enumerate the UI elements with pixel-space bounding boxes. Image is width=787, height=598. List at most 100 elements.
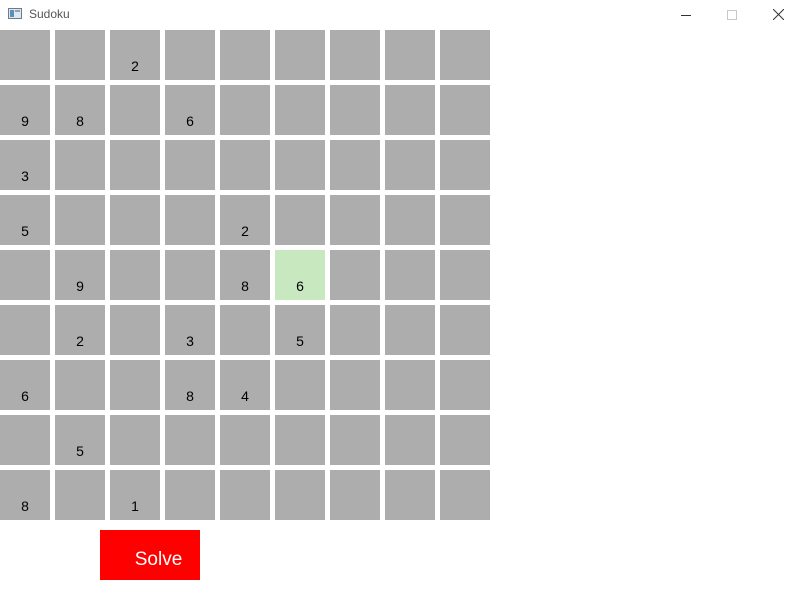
sudoku-cell-r6-c9[interactable] xyxy=(440,305,490,355)
sudoku-cell-r5-c2[interactable]: 9 xyxy=(55,250,105,300)
sudoku-cell-r3-c4[interactable] xyxy=(165,140,215,190)
sudoku-cell-r7-c4[interactable]: 8 xyxy=(165,360,215,410)
sudoku-cell-r8-c8[interactable] xyxy=(385,415,435,465)
sudoku-cell-r2-c1[interactable]: 9 xyxy=(0,85,50,135)
cell-value: 6 xyxy=(296,278,304,294)
sudoku-cell-r6-c3[interactable] xyxy=(110,305,160,355)
minimize-button[interactable] xyxy=(663,0,709,29)
sudoku-cell-r4-c8[interactable] xyxy=(385,195,435,245)
sudoku-cell-r5-c6[interactable]: 6 xyxy=(275,250,325,300)
cell-value: 8 xyxy=(186,388,194,404)
sudoku-cell-r1-c9[interactable] xyxy=(440,30,490,80)
sudoku-cell-r3-c1[interactable]: 3 xyxy=(0,140,50,190)
sudoku-cell-r5-c9[interactable] xyxy=(440,250,490,300)
sudoku-cell-r4-c3[interactable] xyxy=(110,195,160,245)
sudoku-cell-r8-c1[interactable] xyxy=(0,415,50,465)
sudoku-cell-r9-c2[interactable] xyxy=(55,470,105,520)
sudoku-cell-r6-c5[interactable] xyxy=(220,305,270,355)
sudoku-cell-r5-c5[interactable]: 8 xyxy=(220,250,270,300)
sudoku-cell-r4-c5[interactable]: 2 xyxy=(220,195,270,245)
sudoku-cell-r7-c6[interactable] xyxy=(275,360,325,410)
cell-value: 2 xyxy=(76,333,84,349)
sudoku-cell-r4-c9[interactable] xyxy=(440,195,490,245)
sudoku-cell-r2-c4[interactable]: 6 xyxy=(165,85,215,135)
sudoku-cell-r4-c6[interactable] xyxy=(275,195,325,245)
sudoku-cell-r5-c4[interactable] xyxy=(165,250,215,300)
sudoku-cell-r3-c9[interactable] xyxy=(440,140,490,190)
title-bar: Sudoku xyxy=(0,0,787,29)
sudoku-cell-r5-c3[interactable] xyxy=(110,250,160,300)
sudoku-cell-r2-c7[interactable] xyxy=(330,85,380,135)
sudoku-cell-r8-c9[interactable] xyxy=(440,415,490,465)
sudoku-cell-r4-c1[interactable]: 5 xyxy=(0,195,50,245)
sudoku-cell-r7-c5[interactable]: 4 xyxy=(220,360,270,410)
sudoku-cell-r2-c5[interactable] xyxy=(220,85,270,135)
sudoku-cell-r9-c6[interactable] xyxy=(275,470,325,520)
sudoku-cell-r2-c9[interactable] xyxy=(440,85,490,135)
cell-value: 2 xyxy=(241,223,249,239)
sudoku-cell-r4-c2[interactable] xyxy=(55,195,105,245)
maximize-button[interactable] xyxy=(709,0,755,29)
sudoku-cell-r8-c3[interactable] xyxy=(110,415,160,465)
sudoku-cell-r1-c2[interactable] xyxy=(55,30,105,80)
sudoku-cell-r5-c8[interactable] xyxy=(385,250,435,300)
sudoku-cell-r3-c5[interactable] xyxy=(220,140,270,190)
sudoku-cell-r8-c5[interactable] xyxy=(220,415,270,465)
sudoku-cell-r7-c8[interactable] xyxy=(385,360,435,410)
minimize-icon xyxy=(681,14,691,16)
sudoku-cell-r9-c5[interactable] xyxy=(220,470,270,520)
sudoku-cell-r2-c3[interactable] xyxy=(110,85,160,135)
sudoku-cell-r6-c8[interactable] xyxy=(385,305,435,355)
sudoku-cell-r6-c7[interactable] xyxy=(330,305,380,355)
sudoku-cell-r2-c8[interactable] xyxy=(385,85,435,135)
sudoku-cell-r1-c8[interactable] xyxy=(385,30,435,80)
window-title: Sudoku xyxy=(29,7,70,21)
sudoku-cell-r9-c4[interactable] xyxy=(165,470,215,520)
sudoku-cell-r9-c9[interactable] xyxy=(440,470,490,520)
sudoku-cell-r1-c6[interactable] xyxy=(275,30,325,80)
sudoku-cell-r2-c6[interactable] xyxy=(275,85,325,135)
sudoku-cell-r6-c4[interactable]: 3 xyxy=(165,305,215,355)
sudoku-cell-r9-c1[interactable]: 8 xyxy=(0,470,50,520)
solve-button[interactable]: Solve xyxy=(100,530,200,580)
sudoku-cell-r3-c7[interactable] xyxy=(330,140,380,190)
sudoku-cell-r3-c6[interactable] xyxy=(275,140,325,190)
sudoku-cell-r7-c2[interactable] xyxy=(55,360,105,410)
sudoku-cell-r2-c2[interactable]: 8 xyxy=(55,85,105,135)
cell-value: 8 xyxy=(21,498,29,514)
sudoku-cell-r8-c7[interactable] xyxy=(330,415,380,465)
sudoku-cell-r7-c9[interactable] xyxy=(440,360,490,410)
sudoku-cell-r1-c3[interactable]: 2 xyxy=(110,30,160,80)
sudoku-cell-r8-c2[interactable]: 5 xyxy=(55,415,105,465)
sudoku-cell-r3-c2[interactable] xyxy=(55,140,105,190)
sudoku-cell-r8-c4[interactable] xyxy=(165,415,215,465)
sudoku-cell-r1-c5[interactable] xyxy=(220,30,270,80)
cell-value: 6 xyxy=(186,113,194,129)
sudoku-grid: 2 9 8 6 3 5 2 9 8 6 2 3 5 6 8 4 5 8 1 xyxy=(0,30,490,520)
close-button[interactable] xyxy=(755,0,787,29)
cell-value: 3 xyxy=(21,168,29,184)
sudoku-cell-r4-c4[interactable] xyxy=(165,195,215,245)
sudoku-cell-r8-c6[interactable] xyxy=(275,415,325,465)
sudoku-cell-r9-c8[interactable] xyxy=(385,470,435,520)
sudoku-cell-r7-c1[interactable]: 6 xyxy=(0,360,50,410)
sudoku-cell-r9-c3[interactable]: 1 xyxy=(110,470,160,520)
sudoku-cell-r6-c1[interactable] xyxy=(0,305,50,355)
cell-value: 8 xyxy=(76,113,84,129)
sudoku-cell-r1-c7[interactable] xyxy=(330,30,380,80)
sudoku-cell-r6-c2[interactable]: 2 xyxy=(55,305,105,355)
cell-value: 2 xyxy=(131,58,139,74)
sudoku-cell-r5-c7[interactable] xyxy=(330,250,380,300)
sudoku-cell-r4-c7[interactable] xyxy=(330,195,380,245)
sudoku-cell-r1-c4[interactable] xyxy=(165,30,215,80)
sudoku-cell-r6-c6[interactable]: 5 xyxy=(275,305,325,355)
sudoku-cell-r3-c3[interactable] xyxy=(110,140,160,190)
cell-value: 5 xyxy=(21,223,29,239)
sudoku-cell-r3-c8[interactable] xyxy=(385,140,435,190)
sudoku-cell-r5-c1[interactable] xyxy=(0,250,50,300)
cell-value: 1 xyxy=(131,498,139,514)
sudoku-cell-r9-c7[interactable] xyxy=(330,470,380,520)
sudoku-cell-r7-c3[interactable] xyxy=(110,360,160,410)
sudoku-cell-r1-c1[interactable] xyxy=(0,30,50,80)
sudoku-cell-r7-c7[interactable] xyxy=(330,360,380,410)
